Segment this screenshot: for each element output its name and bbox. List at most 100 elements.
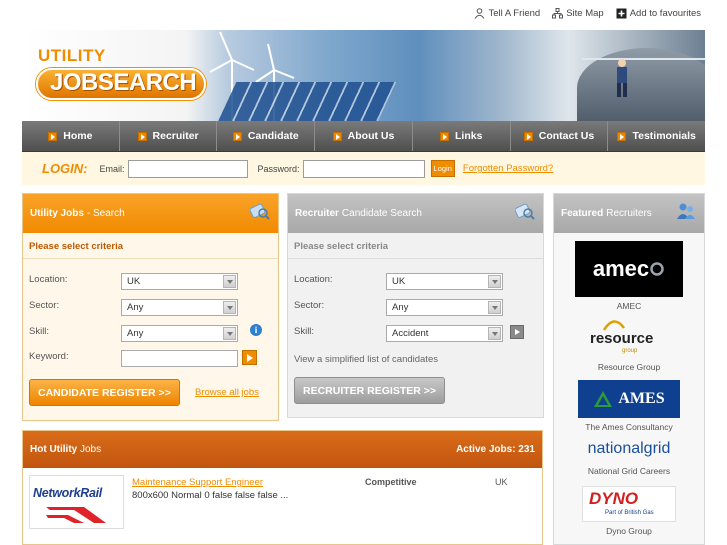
national-grid-caption: National Grid Careers (587, 466, 671, 476)
utility-skill-select[interactable]: Any (121, 325, 238, 342)
utility-location-value: UK (127, 276, 141, 287)
utility-skill-value: Any (127, 328, 144, 339)
arrow-right-icon (440, 131, 450, 141)
nav-contact-us[interactable]: Contact Us (511, 121, 609, 151)
utility-jobs-search-panel: Utility Jobs - Search Please select crit… (22, 193, 279, 421)
featured-item-national-grid[interactable]: nationalgrid National Grid Careers (554, 440, 704, 476)
nav-testimonials-label: Testimonials (632, 130, 696, 142)
top-links: Tell A Friend Site Map Add to favourites (474, 8, 701, 19)
utility-keyword-label: Keyword: (29, 351, 69, 362)
site-map-link[interactable]: Site Map (552, 8, 604, 19)
arrow-right-icon (523, 131, 533, 141)
nav-candidate[interactable]: Candidate (217, 121, 316, 151)
hot-jobs-title-rest: Jobs (80, 444, 102, 455)
solar-panels-graphic (217, 82, 397, 121)
job-row[interactable]: NetworkRail Maintenance Support Engineer… (29, 475, 537, 531)
utility-keyword-input[interactable] (121, 350, 238, 367)
utility-criteria-heading: Please select criteria (23, 233, 278, 259)
utility-skill-label: Skill: (29, 326, 50, 337)
site-logo[interactable]: UTILITY JOBSEARCH (36, 40, 216, 110)
recruiter-skill-select[interactable]: Accident (386, 325, 503, 342)
featured-title-bold: Featured (561, 208, 604, 219)
job-description: 800x600 Normal 0 false false false ... (132, 490, 289, 501)
utility-location-select[interactable]: UK (121, 273, 238, 290)
chevron-down-icon (488, 275, 501, 288)
login-bar: LOGIN: Email: Password: Login Forgotten … (22, 152, 705, 185)
nav-about-us-label: About Us (347, 130, 395, 142)
password-field[interactable] (302, 159, 425, 178)
arrow-right-icon (48, 131, 58, 141)
info-icon[interactable]: i (250, 324, 262, 336)
email-field[interactable] (127, 159, 248, 178)
national-grid-logo: nationalgrid (579, 440, 679, 462)
featured-item-ames[interactable]: AMES The Ames Consultancy (554, 380, 704, 432)
browse-all-jobs-link[interactable]: Browse all jobs (195, 387, 259, 398)
plus-icon (616, 8, 627, 19)
featured-header: Featured Recruiters (554, 194, 704, 233)
recruiter-sector-select[interactable]: Any (386, 299, 503, 316)
arrow-right-icon (232, 131, 242, 141)
featured-item-dyno[interactable]: DYNO Part of British Gas Dyno Group (554, 486, 704, 536)
job-salary: Competitive (365, 477, 417, 487)
magnifier-icon (515, 203, 535, 220)
arrow-right-icon (617, 131, 627, 141)
chevron-down-icon (223, 327, 236, 340)
utility-sector-select[interactable]: Any (121, 299, 238, 316)
add-to-favourites-link[interactable]: Add to favourites (616, 8, 701, 19)
chevron-down-icon (223, 301, 236, 314)
arrow-right-icon (332, 131, 342, 141)
keyword-go-icon[interactable] (242, 350, 257, 365)
amec-logo: amec (575, 241, 683, 297)
person-icon (475, 8, 485, 19)
utility-sector-value: Any (127, 302, 144, 313)
logo-utility-text: UTILITY (38, 46, 106, 65)
job-location: UK (495, 477, 508, 487)
recruiter-search-header: Recruiter Candidate Search (288, 194, 543, 233)
forgotten-password-link[interactable]: Forgotten Password? (463, 163, 553, 174)
featured-item-resource-group[interactable]: resource group Resource Group (554, 318, 704, 372)
recruiter-register-button[interactable]: RECRUITER REGISTER >> (294, 377, 446, 404)
utility-search-title-bold: Utility Jobs (30, 208, 84, 219)
dyno-logo-text: DYNO (589, 489, 639, 508)
candidate-register-button[interactable]: CANDIDATE REGISTER >> (29, 379, 180, 406)
ames-caption: The Ames Consultancy (585, 422, 673, 432)
simplified-list-link[interactable]: View a simplified list of candidates (294, 354, 438, 365)
tell-a-friend-label: Tell A Friend (488, 8, 541, 19)
nav-home[interactable]: Home (22, 121, 120, 151)
worker-figure-graphic (617, 59, 627, 97)
nav-links[interactable]: Links (413, 121, 511, 151)
login-button[interactable]: Login (430, 160, 455, 177)
resource-group-logo: resource group (584, 318, 674, 358)
nav-about-us[interactable]: About Us (315, 121, 413, 151)
resource-group-caption: Resource Group (597, 362, 661, 372)
resource-logo-sub: group (622, 348, 638, 354)
utility-search-title-rest: - Search (86, 208, 125, 219)
ames-logo-text: AMES (618, 390, 665, 407)
email-label: Email: (99, 163, 125, 174)
dyno-caption: Dyno Group (606, 526, 652, 536)
job-title-link[interactable]: Maintenance Support Engineer (132, 477, 263, 488)
featured-title-rest: Recruiters (606, 208, 652, 219)
hot-jobs-title-bold: Hot Utility (30, 444, 78, 455)
tell-a-friend-link[interactable]: Tell A Friend (474, 8, 540, 19)
ames-logo: AMES (578, 380, 680, 418)
recruiter-search-title-bold: Recruiter (295, 208, 339, 219)
nav-recruiter[interactable]: Recruiter (120, 121, 218, 151)
recruiter-location-label: Location: (294, 274, 333, 285)
magnifier-icon (250, 203, 270, 220)
recruiter-location-select[interactable]: UK (386, 273, 503, 290)
recruiter-candidate-search-panel: Recruiter Candidate Search Please select… (287, 193, 544, 418)
national-grid-logo-text: nationalgrid (587, 440, 671, 457)
amec-logo-text: amec (592, 256, 650, 281)
add-to-favourites-label: Add to favourites (629, 8, 701, 19)
sitemap-icon (552, 8, 564, 19)
nav-testimonials[interactable]: Testimonials (608, 121, 705, 151)
nav-recruiter-label: Recruiter (152, 130, 199, 142)
utility-sector-label: Sector: (29, 300, 60, 311)
featured-item-amec[interactable]: amec AMEC (554, 241, 704, 311)
skill-go-icon[interactable] (510, 325, 524, 339)
recruiter-criteria-heading: Please select criteria (288, 233, 543, 259)
chevron-down-icon (488, 327, 501, 340)
dyno-logo-sub: Part of British Gas (605, 510, 654, 516)
people-icon (677, 203, 695, 219)
